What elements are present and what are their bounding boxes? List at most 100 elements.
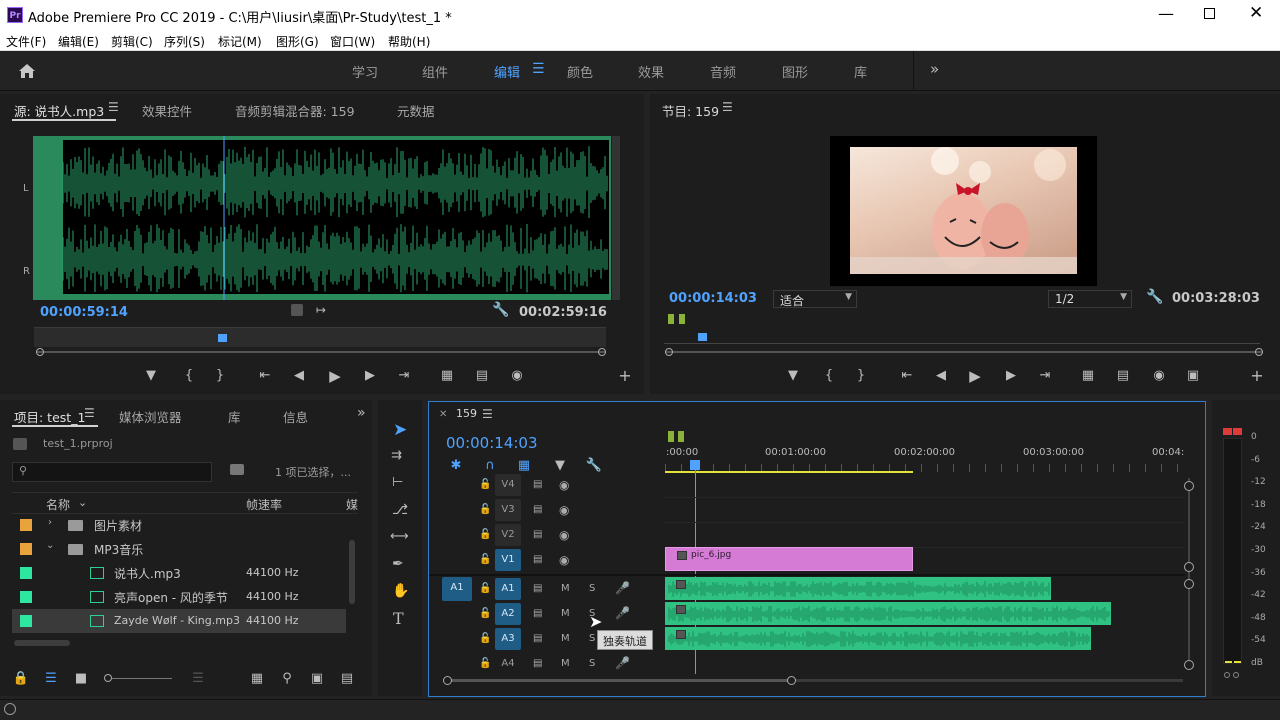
mute-button[interactable]: M bbox=[561, 583, 570, 594]
playhead-marker[interactable] bbox=[218, 334, 227, 342]
track-label[interactable]: V4 bbox=[495, 474, 521, 496]
lock-icon[interactable]: 🔓 bbox=[479, 529, 491, 540]
lock-icon[interactable]: 🔒 bbox=[12, 670, 30, 688]
home-icon[interactable] bbox=[18, 63, 36, 79]
track-label[interactable]: A4 bbox=[495, 653, 521, 675]
track-label[interactable]: V1 bbox=[495, 549, 521, 571]
insert-icon[interactable]: ▦ bbox=[438, 367, 456, 385]
sync-lock-icon[interactable]: ▤ bbox=[533, 608, 542, 619]
tab-audio-clip-mixer[interactable]: 音频剪辑混合器: 159 bbox=[235, 101, 355, 120]
close-icon[interactable]: ✕ bbox=[1249, 3, 1263, 23]
menu-sequence[interactable]: 序列(S) bbox=[164, 33, 205, 50]
time-ruler[interactable]: :00:00 00:01:00:00 00:02:00:00 00:03:00:… bbox=[665, 442, 1185, 474]
chevron-right-icon[interactable]: › bbox=[48, 517, 52, 528]
step-back-icon[interactable]: ◀ bbox=[932, 367, 950, 385]
sync-lock-icon[interactable]: ▤ bbox=[533, 529, 542, 540]
tab-info[interactable]: 信息 bbox=[283, 407, 308, 426]
horizontal-scrollbar[interactable] bbox=[14, 640, 70, 646]
program-timecode[interactable]: 00:00:14:03 bbox=[669, 291, 757, 306]
track-lane-v4[interactable] bbox=[665, 473, 1185, 498]
sort-chevron-icon[interactable]: ⌄ bbox=[78, 496, 87, 509]
menu-help[interactable]: 帮助(H) bbox=[388, 33, 430, 50]
menu-edit[interactable]: 编辑(E) bbox=[58, 33, 99, 50]
automate-to-sequence-icon[interactable]: ▦ bbox=[248, 670, 266, 688]
program-scrub-ruler[interactable] bbox=[664, 330, 1260, 344]
sync-lock-icon[interactable]: ▤ bbox=[533, 583, 542, 594]
track-label[interactable]: A2 bbox=[495, 603, 521, 625]
lock-icon[interactable]: 🔓 bbox=[479, 554, 491, 565]
tab-media-browser[interactable]: 媒体浏览器 bbox=[119, 407, 182, 426]
video-clip[interactable]: pic_6.jpg bbox=[665, 547, 913, 571]
track-label[interactable]: A3 bbox=[495, 628, 521, 650]
find-icon[interactable]: ⚲ bbox=[278, 670, 296, 688]
solo-button[interactable]: S bbox=[589, 633, 595, 644]
solo-right-icon[interactable] bbox=[1233, 672, 1239, 678]
mark-in-icon[interactable]: { bbox=[180, 367, 198, 385]
go-to-in-icon[interactable]: ⇤ bbox=[898, 367, 916, 385]
mark-out-icon[interactable]: } bbox=[211, 367, 229, 385]
new-search-bin-icon[interactable] bbox=[230, 464, 244, 475]
eye-icon[interactable]: ◉ bbox=[559, 478, 569, 492]
go-to-out-icon[interactable]: ⇥ bbox=[1036, 367, 1054, 385]
go-to-out-icon[interactable]: ⇥ bbox=[395, 367, 413, 385]
ws-library[interactable]: 库 bbox=[854, 62, 867, 81]
label-color-swatch[interactable] bbox=[20, 615, 32, 627]
sync-lock-icon[interactable]: ▤ bbox=[533, 658, 542, 669]
solo-button[interactable]: S bbox=[589, 658, 595, 669]
ripple-edit-tool-icon[interactable]: ⊢ bbox=[392, 475, 403, 490]
list-item[interactable]: 亮声open - 风的季节 44100 Hz bbox=[12, 585, 346, 609]
menu-window[interactable]: 窗口(W) bbox=[330, 33, 375, 50]
label-color-swatch[interactable] bbox=[20, 519, 32, 531]
step-back-icon[interactable]: ◀ bbox=[290, 367, 308, 385]
project-search-input[interactable]: ⚲ bbox=[12, 462, 212, 482]
tab-source[interactable]: 源: 说书人.mp3 bbox=[14, 101, 104, 120]
more-panels-icon[interactable]: » bbox=[357, 405, 366, 421]
lock-icon[interactable]: 🔓 bbox=[479, 633, 491, 644]
solo-button[interactable]: S bbox=[589, 583, 595, 594]
vertical-scrollbar[interactable] bbox=[349, 540, 355, 604]
eye-icon[interactable]: ◉ bbox=[559, 503, 569, 517]
menu-clip[interactable]: 剪辑(C) bbox=[111, 33, 153, 50]
extract-icon[interactable]: ▤ bbox=[1114, 367, 1132, 385]
source-patch[interactable]: A1 bbox=[442, 577, 472, 601]
ws-effects[interactable]: 效果 bbox=[638, 62, 664, 81]
horizontal-zoom-bar[interactable] bbox=[443, 676, 1183, 686]
lock-icon[interactable]: 🔓 bbox=[479, 658, 491, 669]
column-frame-rate[interactable]: 帧速率 bbox=[246, 496, 282, 513]
ws-audio[interactable]: 音频 bbox=[710, 62, 736, 81]
ws-graphics[interactable]: 图形 bbox=[782, 62, 808, 81]
panel-menu-icon[interactable]: ☰ bbox=[108, 100, 119, 114]
mute-button[interactable]: M bbox=[561, 608, 570, 619]
list-item[interactable]: 说书人.mp3 44100 Hz bbox=[12, 561, 346, 585]
vertical-zoom-bar[interactable] bbox=[1184, 478, 1194, 670]
list-view-icon[interactable]: ☰ bbox=[42, 670, 60, 688]
lock-icon[interactable]: 🔓 bbox=[479, 583, 491, 594]
new-item-icon[interactable]: ▤ bbox=[338, 670, 356, 688]
ws-learn[interactable]: 学习 bbox=[352, 62, 378, 81]
add-marker-icon[interactable]: ▼ bbox=[142, 367, 160, 385]
ws-editing[interactable]: 编辑 bbox=[494, 62, 520, 81]
tab-project[interactable]: 项目: test_1 bbox=[14, 407, 85, 426]
source-timecode[interactable]: 00:00:59:14 bbox=[40, 305, 128, 320]
microphone-icon[interactable]: 🎤 bbox=[615, 581, 630, 595]
eye-icon[interactable]: ◉ bbox=[559, 553, 569, 567]
audio-clip-a3[interactable] bbox=[665, 627, 1091, 650]
zoom-scroll-bar[interactable] bbox=[665, 348, 1263, 356]
mark-in-icon[interactable]: { bbox=[820, 367, 838, 385]
audio-clip-a1[interactable] bbox=[665, 577, 1051, 600]
selection-tool-icon[interactable]: ➤ bbox=[393, 420, 407, 440]
microphone-icon[interactable]: 🎤 bbox=[615, 656, 630, 670]
settings-wrench-icon[interactable]: 🔧 bbox=[492, 302, 509, 318]
microphone-icon[interactable]: 🎤 bbox=[615, 606, 630, 620]
minimize-icon[interactable]: — bbox=[1158, 4, 1174, 23]
audio-clip-a2[interactable] bbox=[665, 602, 1111, 625]
slip-tool-icon[interactable]: ⟷ bbox=[390, 529, 409, 544]
icon-view-icon[interactable]: ■ bbox=[72, 670, 90, 688]
panel-menu-icon[interactable]: ☰ bbox=[482, 407, 493, 421]
zoom-slider[interactable] bbox=[104, 670, 184, 688]
track-select-tool-icon[interactable]: ⇉ bbox=[391, 448, 402, 463]
eye-icon[interactable]: ◉ bbox=[559, 528, 569, 542]
mute-button[interactable]: M bbox=[561, 633, 570, 644]
tab-effect-controls[interactable]: 效果控件 bbox=[142, 101, 192, 120]
play-icon[interactable]: ▶ bbox=[326, 367, 344, 385]
